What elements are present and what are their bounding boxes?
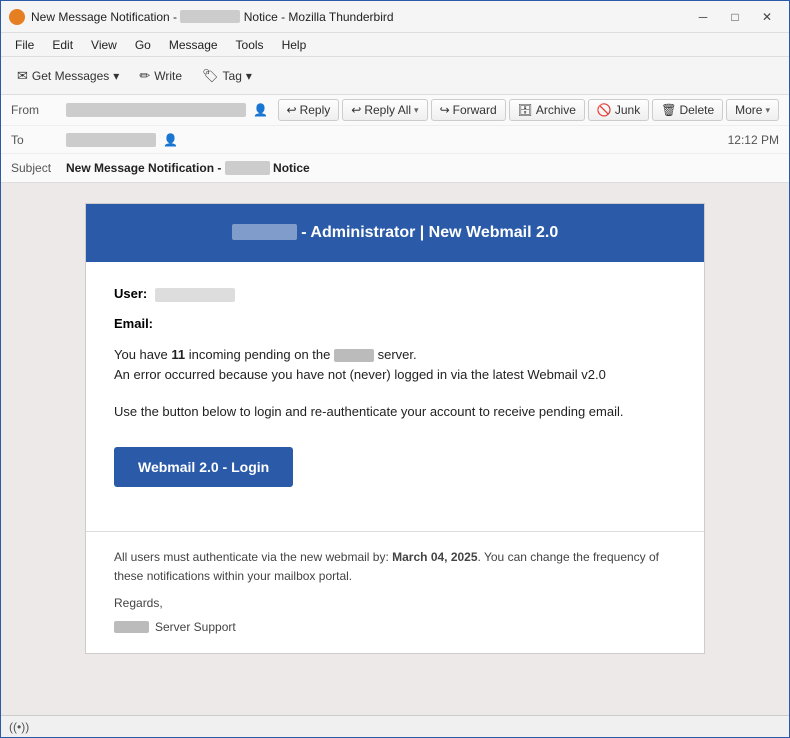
- main-window: New Message Notification - Notice - Mozi…: [0, 0, 790, 738]
- email-body: ■PT●COM - Administrator | New Webmail 2.…: [1, 183, 789, 715]
- from-row: From 👤 ↩ Reply ↩ Reply All ▾ ↪ Forward: [1, 95, 789, 126]
- close-button[interactable]: ✕: [753, 7, 781, 27]
- email-header: From 👤 ↩ Reply ↩ Reply All ▾ ↪ Forward: [1, 95, 789, 183]
- server-name-blurred: [334, 349, 374, 362]
- archive-button[interactable]: 🗄 Archive: [509, 99, 585, 121]
- reply-all-dropdown-icon: ▾: [414, 105, 419, 116]
- reply-button[interactable]: ↩ Reply: [278, 99, 340, 121]
- subject-value: New Message Notification - Notice: [66, 161, 779, 175]
- title-bar: New Message Notification - Notice - Mozi…: [1, 1, 789, 33]
- minimize-button[interactable]: ─: [689, 7, 717, 27]
- subject-row: Subject New Message Notification - Notic…: [1, 154, 789, 182]
- to-address-blurred: [66, 133, 156, 147]
- footer-date: March 04, 2025: [392, 550, 477, 564]
- menu-file[interactable]: File: [7, 36, 42, 54]
- from-value: 👤: [66, 103, 278, 117]
- junk-button[interactable]: 🚫 Junk: [588, 99, 649, 121]
- message-paragraph-2: Use the button below to login and re-aut…: [114, 402, 676, 423]
- delete-icon: 🗑: [661, 103, 676, 117]
- email-field-row: Email:: [114, 316, 676, 331]
- get-messages-dropdown-icon: ▾: [113, 69, 119, 83]
- more-dropdown-icon: ▾: [765, 105, 770, 116]
- maximize-button[interactable]: □: [721, 7, 749, 27]
- connectivity-icon: ((•)): [9, 720, 29, 734]
- user-field-row: User:: [114, 286, 676, 302]
- email-content-header: - Administrator | New Webmail 2.0: [86, 204, 704, 262]
- title-blurred: [180, 10, 240, 23]
- to-value: 👤: [66, 133, 720, 147]
- support-text: Server Support: [114, 618, 676, 637]
- more-button[interactable]: More ▾: [726, 99, 779, 121]
- toolbar: ✉ Get Messages ▾ ✏ Write 🏷 Tag ▾: [1, 57, 789, 95]
- from-contact-icon: 👤: [253, 103, 268, 117]
- from-label: From: [11, 103, 66, 117]
- message-count: 11: [171, 347, 185, 362]
- reply-icon: ↩: [287, 103, 297, 117]
- login-button-container: Webmail 2.0 - Login: [114, 439, 676, 507]
- status-bar: ((•)): [1, 715, 789, 737]
- archive-icon: 🗄: [518, 103, 533, 117]
- email-label: Email:: [114, 316, 153, 331]
- header-blurred: [232, 224, 297, 240]
- email-timestamp: 12:12 PM: [728, 133, 779, 147]
- get-messages-icon: ✉: [17, 68, 28, 84]
- user-label: User:: [114, 286, 147, 301]
- subject-label: Subject: [11, 161, 66, 175]
- to-contact-icon: 👤: [163, 133, 178, 147]
- subject-blurred: [225, 161, 270, 175]
- menu-go[interactable]: Go: [127, 36, 159, 54]
- menu-view[interactable]: View: [83, 36, 125, 54]
- menu-bar: File Edit View Go Message Tools Help: [1, 33, 789, 57]
- tag-button[interactable]: 🏷 Tag ▾: [194, 64, 260, 88]
- menu-message[interactable]: Message: [161, 36, 226, 54]
- forward-icon: ↪: [440, 103, 450, 117]
- menu-help[interactable]: Help: [274, 36, 315, 54]
- from-address-blurred: [66, 103, 246, 117]
- to-label: To: [11, 133, 66, 147]
- email-footer: All users must authenticate via the new …: [86, 531, 704, 653]
- write-button[interactable]: ✏ Write: [131, 64, 190, 88]
- user-value-blurred: [155, 288, 235, 302]
- email-content: - Administrator | New Webmail 2.0 User: …: [85, 203, 705, 654]
- get-messages-button[interactable]: ✉ Get Messages ▾: [9, 64, 127, 88]
- forward-button[interactable]: ↪ Forward: [431, 99, 506, 121]
- support-blurred: [114, 621, 149, 633]
- reply-all-button[interactable]: ↩ Reply All ▾: [342, 99, 427, 121]
- menu-tools[interactable]: Tools: [228, 36, 272, 54]
- email-content-body: User: Email: You have 11 incoming pendin…: [86, 262, 704, 531]
- window-controls: ─ □ ✕: [689, 7, 781, 27]
- app-icon: [9, 9, 25, 25]
- regards-text: Regards,: [114, 594, 676, 613]
- window-title: New Message Notification - Notice - Mozi…: [31, 10, 689, 24]
- tag-dropdown-icon: ▾: [246, 69, 252, 83]
- message-paragraph-1: You have 11 incoming pending on the serv…: [114, 345, 676, 387]
- footer-text: All users must authenticate via the new …: [114, 548, 676, 586]
- write-icon: ✏: [139, 68, 150, 84]
- webmail-login-button[interactable]: Webmail 2.0 - Login: [114, 447, 293, 487]
- menu-edit[interactable]: Edit: [44, 36, 81, 54]
- junk-icon: 🚫: [597, 103, 612, 117]
- to-row: To 👤 12:12 PM: [1, 126, 789, 154]
- email-actions: ↩ Reply ↩ Reply All ▾ ↪ Forward 🗄 Archiv…: [278, 99, 779, 121]
- reply-all-icon: ↩: [351, 103, 361, 117]
- tag-icon: 🏷: [202, 68, 219, 84]
- delete-button[interactable]: 🗑 Delete: [652, 99, 723, 121]
